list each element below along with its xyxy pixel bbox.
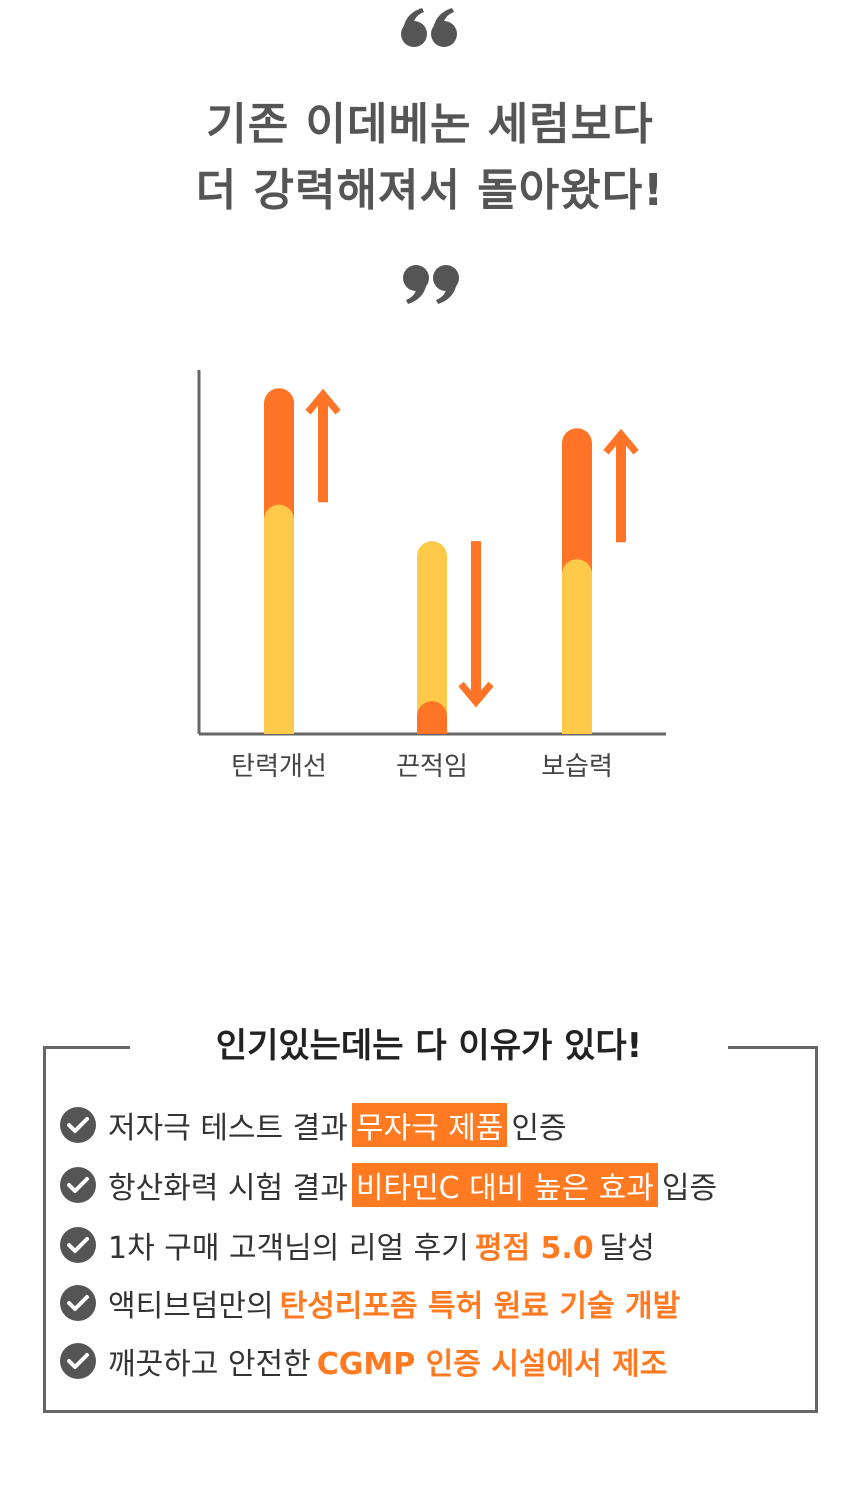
reason-suffix: 인증	[511, 1111, 567, 1146]
reason-text: 항산화력 시험 결과	[108, 1171, 348, 1206]
reason-item: 항산화력 시험 결과 비타민C 대비 높은 효과 입증	[60, 1162, 717, 1208]
reason-item: 1차 구매 고객님의 리얼 후기 평점 5.0 달성	[60, 1222, 655, 1268]
reason-item: 깨끗하고 안전한 CGMP 인증 시설에서 제조	[60, 1338, 673, 1384]
category-label: 탄력개선	[231, 752, 327, 782]
reason-highlight: CGMP 인증 시설에서 제조	[316, 1347, 668, 1382]
chart-canvas: 탄력개선 끈적임 보습력	[197, 370, 666, 782]
reason-highlight: 탄성리포좀 특허 원료 기술 개발	[279, 1289, 681, 1324]
reason-item: 액티브덤만의 탄성리포좀 특허 원료 기술 개발	[60, 1280, 686, 1326]
category-label: 보습력	[541, 752, 613, 782]
bar-after	[417, 701, 447, 734]
check-circle-icon	[60, 1167, 96, 1203]
check-circle-icon	[60, 1107, 96, 1143]
reason-suffix: 달성	[599, 1231, 655, 1266]
reason-text: 저자극 테스트 결과	[108, 1111, 348, 1146]
reason-highlight: 비타민C 대비 높은 효과	[351, 1163, 658, 1207]
category-label: 끈적임	[396, 752, 468, 782]
check-circle-icon	[60, 1343, 96, 1379]
reason-text: 깨끗하고 안전한	[108, 1347, 311, 1382]
comparison-chart: 탄력개선 끈적임 보습력	[0, 0, 860, 804]
reason-item: 저자극 테스트 결과 무자극 제품 인증	[60, 1102, 567, 1148]
check-circle-icon	[60, 1227, 96, 1263]
bar-before	[264, 504, 294, 734]
reason-highlight: 평점 5.0	[474, 1231, 594, 1266]
bar-before	[562, 559, 592, 734]
reason-text: 1차 구매 고객님의 리얼 후기	[108, 1231, 469, 1266]
reason-suffix: 입증	[661, 1171, 718, 1206]
reasons-title: 인기있는데는 다 이유가 있다!	[130, 1016, 728, 1076]
reason-highlight: 무자극 제품	[351, 1103, 508, 1147]
reason-text: 액티브덤만의	[108, 1289, 274, 1324]
check-circle-icon	[60, 1285, 96, 1321]
